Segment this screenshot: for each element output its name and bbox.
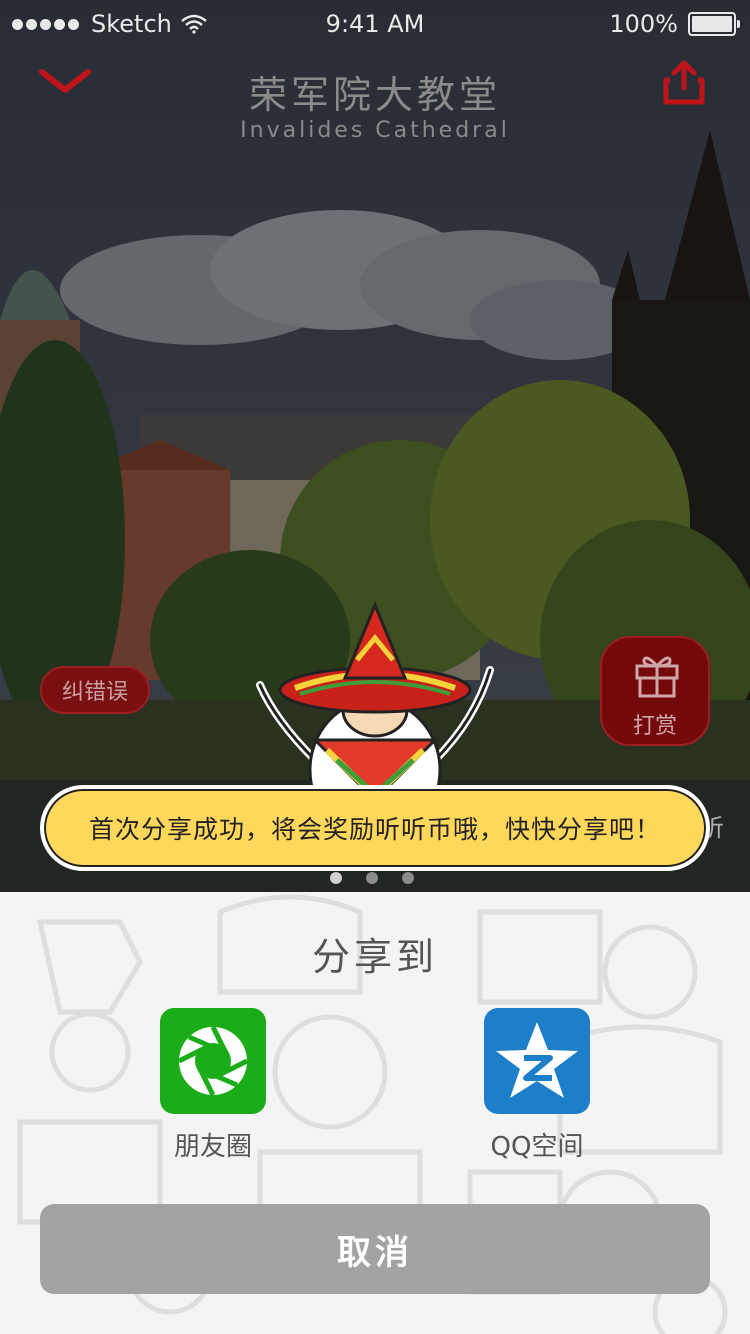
share-target-label: QQ空间 — [490, 1132, 584, 1162]
share-sheet: 分享到 朋友圈 QQ空间 取消 — [0, 892, 750, 1334]
share-sheet-title: 分享到 — [311, 935, 438, 979]
share-target-qzone[interactable]: QQ空间 — [467, 1008, 607, 1163]
cancel-button[interactable]: 取消 — [40, 1204, 710, 1294]
status-bar: Sketch 9:41 AM 100% — [0, 0, 750, 48]
moments-icon — [160, 1008, 266, 1114]
carousel-dot[interactable] — [402, 872, 414, 884]
carousel-dot[interactable] — [330, 872, 342, 884]
page-title: 荣军院大教堂 — [248, 73, 501, 117]
share-target-moments[interactable]: 朋友圈 — [143, 1008, 283, 1163]
share-reward-toast: 首次分享成功，将会奖励听听币哦，快快分享吧！ — [40, 785, 710, 871]
report-error-label: 纠错误 — [61, 680, 128, 705]
toast-message: 首次分享成功，将会奖励听听币哦，快快分享吧！ — [88, 815, 661, 844]
battery-icon — [688, 12, 740, 36]
carousel-dot[interactable] — [366, 872, 378, 884]
qzone-icon — [484, 1008, 590, 1114]
moments-aperture-icon — [177, 1025, 249, 1097]
share-icon — [663, 60, 705, 105]
reward-label: 打赏 — [632, 714, 677, 739]
cancel-label: 取消 — [337, 1232, 413, 1273]
qzone-star-icon — [496, 1022, 578, 1098]
reward-button[interactable]: 打赏 — [600, 636, 710, 746]
page-subtitle: Invalides Cathedral — [240, 118, 510, 143]
mascot-illustration — [256, 601, 494, 800]
share-button[interactable] — [660, 60, 708, 108]
status-right: 100% — [609, 10, 740, 38]
carousel-indicator — [330, 872, 414, 884]
gift-icon — [635, 656, 679, 698]
share-target-label: 朋友圈 — [173, 1132, 252, 1162]
report-error-button[interactable]: 纠错误 — [40, 666, 150, 714]
battery-percent: 100% — [609, 10, 678, 38]
